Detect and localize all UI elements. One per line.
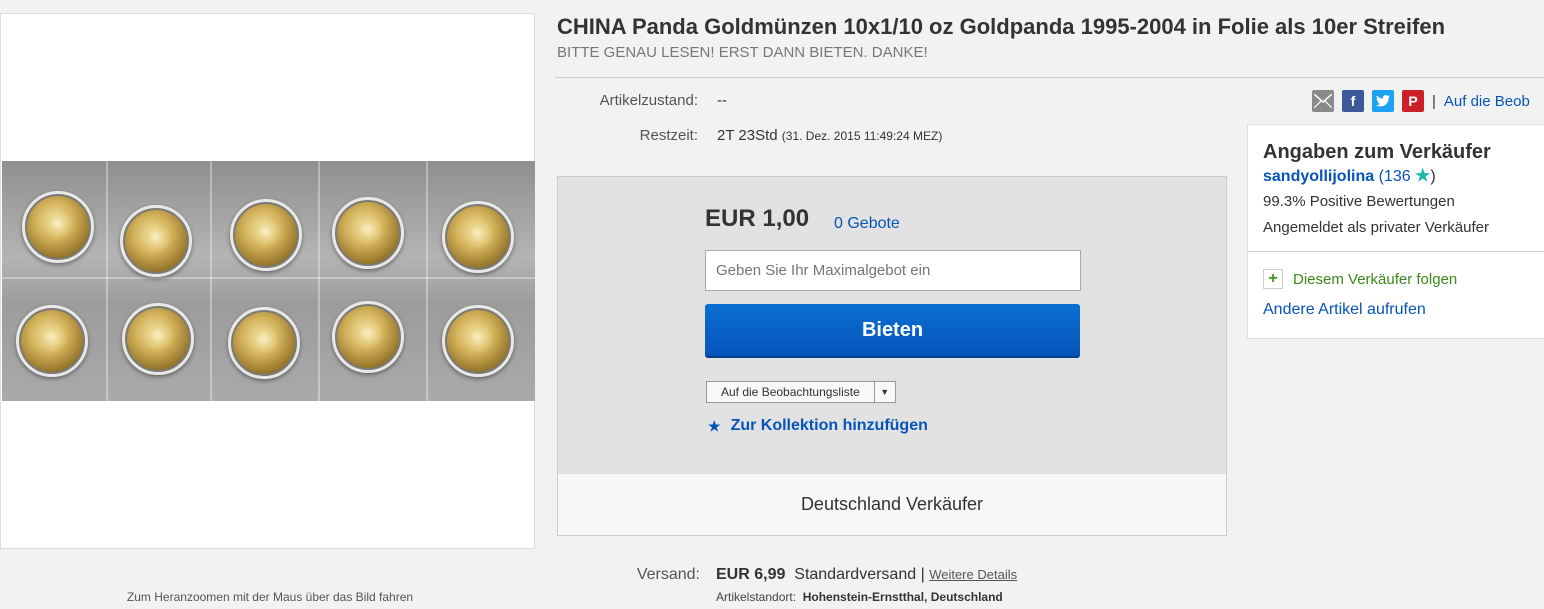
shipping-label: Versand: xyxy=(636,566,700,583)
item-location-label: Artikelstandort: xyxy=(716,590,797,604)
item-location-value: Hohenstein-Ernstthal, Deutschland xyxy=(802,590,1003,604)
coin-strip-photo[interactable] xyxy=(2,161,535,401)
listing-page: Zum Heranzoomen mit der Maus über das Bi… xyxy=(0,0,1544,609)
shipping-separator: | xyxy=(920,566,925,583)
watchlist-dropdown[interactable]: Auf die Beobachtungsliste ▼ xyxy=(706,381,896,403)
seller-rating[interactable]: (136 xyxy=(1379,168,1411,185)
chevron-down-icon[interactable]: ▼ xyxy=(875,382,895,402)
watch-link[interactable]: Auf die Beob xyxy=(1444,93,1530,110)
foil-sleeve xyxy=(2,161,535,401)
watchlist-dropdown-label[interactable]: Auf die Beobachtungsliste xyxy=(707,382,875,402)
follow-seller-label[interactable]: Diesem Verkäufer folgen xyxy=(1293,271,1457,288)
pinterest-icon[interactable]: P xyxy=(1402,90,1424,112)
follow-seller-link[interactable]: + Diesem Verkäufer folgen xyxy=(1263,269,1457,289)
seller-rating-close: ) xyxy=(1430,168,1436,185)
shipping-method: Standardversand xyxy=(794,566,917,583)
time-left-value: 2T 23Std (31. Dez. 2015 11:49:24 MEZ) xyxy=(717,127,942,144)
shipping-cost: EUR 6,99 xyxy=(716,566,786,583)
twitter-icon[interactable] xyxy=(1372,90,1394,112)
shipping-value: EUR 6,99 Standardversand | Weitere Detai… xyxy=(716,566,1017,584)
condition-value: -- xyxy=(717,92,727,109)
auction-end-time: (31. Dez. 2015 11:49:24 MEZ) xyxy=(781,129,943,143)
shipping-details-link[interactable]: Weitere Details xyxy=(929,567,1017,582)
seller-country: Deutschland Verkäufer xyxy=(558,473,1226,535)
teal-star-icon: ★ xyxy=(1415,166,1431,185)
email-icon[interactable] xyxy=(1312,90,1334,112)
seller-name-row: sandyollijolina (136 ★) xyxy=(1263,166,1436,186)
listing-subtitle: BITTE GENAU LESEN! ERST DANN BIETEN. DAN… xyxy=(557,44,928,61)
max-bid-input[interactable] xyxy=(705,250,1081,291)
listing-title: CHINA Panda Goldmünzen 10x1/10 oz Goldpa… xyxy=(557,14,1446,39)
condition-label: Artikelzustand: xyxy=(599,92,698,109)
plus-icon[interactable]: + xyxy=(1263,269,1283,289)
seller-username[interactable]: sandyollijolina xyxy=(1263,168,1374,185)
image-panel xyxy=(0,13,535,549)
add-to-collection-label[interactable]: Zur Kollektion hinzufügen xyxy=(731,417,928,435)
seller-heading: Angaben zum Verkäufer xyxy=(1263,141,1491,163)
add-to-collection-link[interactable]: ★ Zur Kollektion hinzufügen xyxy=(708,417,928,435)
share-separator: | xyxy=(1432,92,1436,110)
bids-count-link[interactable]: 0 Gebote xyxy=(834,215,900,233)
title-divider xyxy=(555,77,1544,78)
other-items-link[interactable]: Andere Artikel aufrufen xyxy=(1263,301,1426,319)
current-price: EUR 1,00 xyxy=(705,205,810,232)
bid-button[interactable]: Bieten xyxy=(705,304,1080,358)
seller-type: Angemeldet als privater Verkäufer xyxy=(1263,219,1489,236)
facebook-icon[interactable]: f xyxy=(1342,90,1364,112)
seller-info-box: Angaben zum Verkäufer sandyollijolina (1… xyxy=(1247,124,1544,339)
bid-box: EUR 1,00 0 Gebote Bieten Auf die Beobach… xyxy=(557,176,1227,536)
seller-divider xyxy=(1248,251,1544,252)
time-left: 2T 23Std xyxy=(717,127,778,144)
item-location: Artikelstandort: Hohenstein-Ernstthal, D… xyxy=(716,590,1003,604)
zoom-hint: Zum Heranzoomen mit der Maus über das Bi… xyxy=(126,590,414,604)
star-icon: ★ xyxy=(708,417,721,434)
positive-feedback: 99.3% Positive Bewertungen xyxy=(1263,193,1455,210)
share-bar: f P | Auf die Beob xyxy=(1312,90,1530,112)
time-left-label: Restzeit: xyxy=(639,127,698,144)
